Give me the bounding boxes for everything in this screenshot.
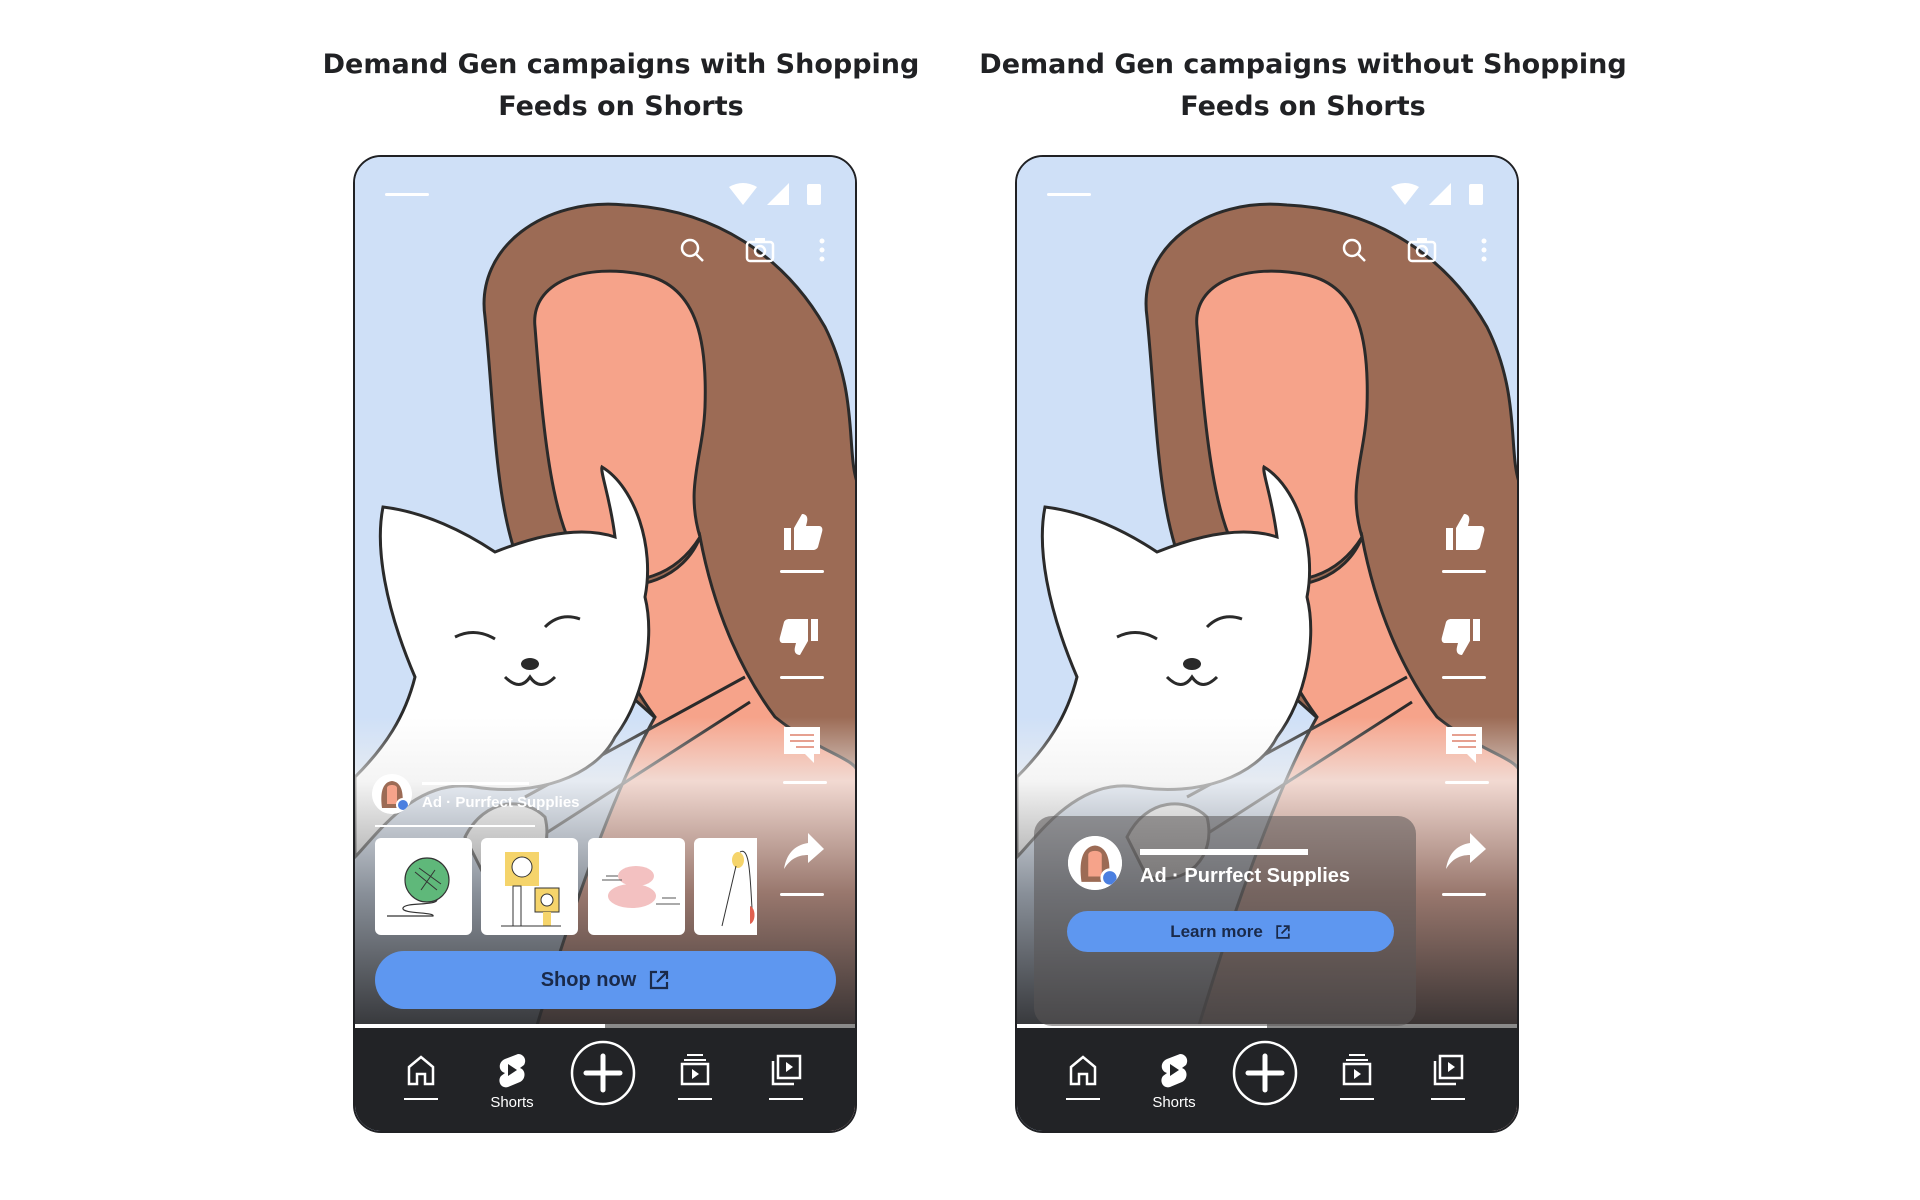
create-plus-icon (570, 1040, 636, 1106)
subscriptions-icon (1342, 1054, 1372, 1086)
external-link-icon (1276, 924, 1290, 939)
comment-count-placeholder (1445, 781, 1489, 784)
shop-now-button[interactable]: Shop now (375, 951, 836, 1009)
share-label-placeholder (780, 893, 824, 896)
like-count-placeholder (1442, 570, 1486, 573)
advertiser-name[interactable]: Ad · Purrfect Supplies (422, 794, 580, 811)
comment-icon[interactable] (780, 724, 824, 764)
camera-icon[interactable] (1407, 235, 1437, 265)
bottom-nav-bar: Shorts (1017, 1028, 1517, 1131)
nav-home[interactable] (381, 1028, 461, 1131)
camera-icon[interactable] (745, 235, 775, 265)
more-options-icon[interactable] (1469, 235, 1499, 265)
status-bar-time-placeholder (385, 193, 429, 196)
product-card-yarn-ball[interactable] (375, 838, 472, 935)
library-icon (771, 1054, 802, 1086)
right-title: Demand Gen campaigns without Shopping Fe… (979, 49, 1627, 122)
nav-create[interactable] (563, 1028, 643, 1131)
comment-icon[interactable] (1442, 724, 1486, 764)
comment-count-placeholder (783, 781, 827, 784)
bottom-nav-bar: Shorts (355, 1028, 855, 1131)
divider (375, 825, 535, 827)
share-label-placeholder (1442, 893, 1486, 896)
nav-shorts[interactable]: Shorts (472, 1028, 552, 1131)
nav-subscriptions[interactable] (1317, 1028, 1397, 1131)
shorts-icon (499, 1054, 526, 1088)
nav-subscriptions[interactable] (655, 1028, 735, 1131)
search-icon[interactable] (1339, 235, 1369, 265)
dislike-label-placeholder (780, 676, 824, 679)
nav-create[interactable] (1225, 1028, 1305, 1131)
product-carousel[interactable] (375, 838, 757, 935)
learn-more-label: Learn more (1170, 921, 1263, 941)
library-icon (1433, 1054, 1464, 1086)
wifi-icon (1391, 183, 1419, 205)
share-icon[interactable] (782, 831, 826, 871)
shorts-icon (1161, 1054, 1188, 1088)
battery-icon (1469, 184, 1483, 205)
home-icon (407, 1055, 435, 1086)
left-title: Demand Gen campaigns with Shopping Feeds… (322, 49, 920, 122)
like-count-placeholder (780, 570, 824, 573)
nav-library[interactable] (746, 1028, 826, 1131)
share-icon[interactable] (1444, 831, 1488, 871)
advertiser-avatar[interactable] (1068, 836, 1122, 890)
nav-label-shorts: Shorts (490, 1094, 534, 1111)
wifi-icon (729, 183, 757, 205)
status-bar-time-placeholder (1047, 193, 1091, 196)
learn-more-button[interactable]: Learn more (1067, 911, 1394, 952)
signal-icon (767, 183, 789, 205)
search-icon[interactable] (677, 235, 707, 265)
nav-shorts[interactable]: Shorts (1134, 1028, 1214, 1131)
dislike-icon[interactable] (778, 617, 822, 657)
phone-with-shopping-feed: Shorts Ad · Purrfect Supplies Shop now (353, 155, 857, 1133)
signal-icon (1429, 183, 1451, 205)
advertiser-avatar-image (372, 774, 412, 814)
status-icons (1391, 183, 1483, 205)
battery-icon (807, 184, 821, 205)
ad-headline-placeholder (1140, 849, 1308, 855)
external-link-icon (650, 970, 669, 990)
ad-headline-placeholder (422, 782, 529, 785)
like-icon[interactable] (780, 512, 824, 552)
dislike-label-placeholder (1442, 676, 1486, 679)
dislike-icon[interactable] (1440, 617, 1484, 657)
advertiser-name[interactable]: Ad · Purrfect Supplies (1140, 865, 1350, 888)
status-icons (729, 183, 821, 205)
nav-label-shorts: Shorts (1152, 1094, 1196, 1111)
nav-library[interactable] (1408, 1028, 1488, 1131)
shop-now-label: Shop now (540, 968, 637, 991)
more-options-icon[interactable] (807, 235, 837, 265)
nav-home[interactable] (1043, 1028, 1123, 1131)
advertiser-avatar[interactable] (372, 774, 412, 814)
product-card-toy-mice[interactable] (588, 838, 685, 935)
product-card-wand-toy[interactable] (694, 838, 757, 935)
product-card-cat-tree[interactable] (481, 838, 578, 935)
home-icon (1069, 1055, 1097, 1086)
create-plus-icon (1232, 1040, 1298, 1106)
like-icon[interactable] (1442, 512, 1486, 552)
subscriptions-icon (680, 1054, 710, 1086)
phone-without-shopping-feed: Shorts Ad · Purrfect Supplies Learn more (1015, 155, 1519, 1133)
advertiser-avatar-image (1068, 836, 1122, 890)
